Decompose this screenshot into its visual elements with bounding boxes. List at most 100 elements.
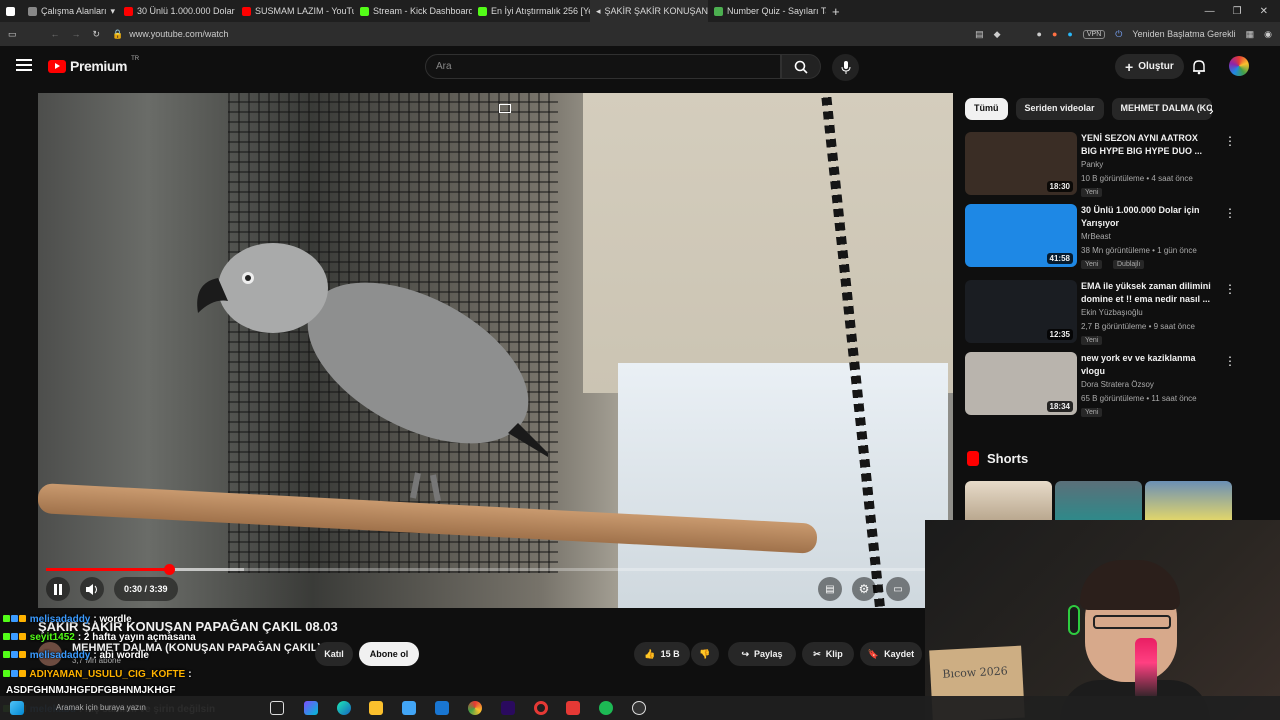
voice-search-button[interactable] [832,54,859,81]
chat-username[interactable]: melisadaddy [30,614,91,625]
settings-button[interactable]: ⚙ [852,577,876,601]
recommendation-item[interactable]: 12:35 EMA ile yüksek zaman dilimini domin… [965,280,1236,345]
tab-snack[interactable]: En İyi Atıştırmalık 256 [Yeni [472,0,590,22]
more-options-icon[interactable]: ⋮ [1224,282,1236,296]
dislike-button[interactable]: 👎 [691,642,719,666]
video-progress-bar[interactable] [46,564,945,575]
youtube-premium-logo[interactable]: Premium TR [48,56,139,74]
panel-toggle-icon[interactable]: ▭ [8,29,17,40]
scrubber-knob[interactable] [164,564,176,575]
clip-button[interactable]: ✂ Klip [802,642,854,666]
short-thumbnail[interactable] [965,481,1052,521]
vivaldi-icon[interactable] [566,701,580,715]
like-button[interactable]: 👍 15 B [634,642,690,666]
play-pause-button[interactable] [46,577,70,601]
tab-mrbeast[interactable]: 30 Ünlü 1.000.000 Dolar içi [118,0,236,22]
tab-susmam-lazim[interactable]: SUSMAM LAZIM - YouTube [236,0,354,22]
chat-message: ASDFGHNMJHGFDFGBHNMJKHGF [3,685,175,696]
tab-kick-dashboard[interactable]: Stream - Kick Dashboard [354,0,472,22]
edge-icon[interactable] [337,701,351,715]
recommendation-channel[interactable]: Ekin Yüzbaşıoğlu [1081,308,1143,317]
menu-icon[interactable] [16,59,32,71]
video-thumbnail[interactable]: 12:35 [965,280,1077,343]
short-thumbnail[interactable] [1145,481,1232,521]
volume-button[interactable] [80,577,104,601]
opera-icon[interactable] [534,701,548,715]
forward-icon[interactable]: → [72,29,81,39]
recommendation-channel[interactable]: Panky [1081,160,1103,169]
extensions-icon[interactable]: ▦ [1246,29,1255,40]
close-icon[interactable]: ✕ [1260,6,1268,17]
recommendation-item[interactable]: 18:34 new york ev ve kaziklanma vlogu Dora… [965,352,1236,417]
tab-workspaces[interactable]: Çalışma Alanları ▾ [22,0,118,22]
chrome-icon[interactable] [468,701,482,715]
minimize-icon[interactable]: — [1205,6,1215,17]
theater-mode-button[interactable]: ▭ [886,577,910,601]
file-explorer-icon[interactable] [369,701,383,715]
extension-icon[interactable]: ● [1067,29,1072,39]
task-view-icon[interactable] [270,701,284,715]
create-button[interactable]: + Oluştur [1115,54,1184,79]
video-thumbnail[interactable]: 18:30 [965,132,1077,195]
more-options-icon[interactable]: ⋮ [1224,206,1236,220]
short-thumbnail[interactable] [1055,481,1142,521]
recommendation-title[interactable]: YENİ SEZON AYNI AATROX BIG HYPE BIG HYPE… [1081,132,1213,158]
chip-all[interactable]: Tümü [965,98,1008,120]
video-thumbnail[interactable]: 18:34 [965,352,1077,415]
store-icon[interactable] [402,701,416,715]
chevron-down-icon: ▾ [110,5,116,16]
chevron-right-icon[interactable]: › [1209,102,1214,118]
recommendation-title[interactable]: EMA ile yüksek zaman dilimini domine et … [1081,280,1213,306]
notifications-bell-icon[interactable] [1191,59,1207,75]
bookmark-icon[interactable]: ◆ [994,29,1001,40]
chat-username[interactable]: seyit1452 [30,632,75,643]
search-button[interactable] [781,54,821,79]
chip-channel[interactable]: MEHMET DALMA (KO [1111,98,1212,120]
outlook-icon[interactable] [435,701,449,715]
extension-icon[interactable]: ● [1052,29,1057,39]
obs-icon[interactable] [632,701,646,715]
chat-username[interactable]: ADIYAMAN_USULU_CIG_KOFTE [29,669,185,680]
extension-icon[interactable]: ● [1037,29,1042,39]
taskbar-search[interactable]: Aramak için buraya yazın [40,700,230,716]
chip-series[interactable]: Seriden videolar [1015,98,1104,120]
recommendation-title[interactable]: new york ev ve kaziklanma vlogu [1081,352,1213,378]
chat-username[interactable]: melisadaddy [30,650,91,661]
more-options-icon[interactable]: ⋮ [1224,354,1236,368]
video-thumbnail[interactable]: 41:58 [965,204,1077,267]
subtitles-button[interactable]: ▤ [818,577,842,601]
save-button[interactable]: 🔖 Kaydet [860,642,922,666]
restart-required-label[interactable]: Yeniden Başlatma Gerekli [1132,29,1235,39]
tab-current-video[interactable]: ◂ ŞAKİR ŞAKİR KONUŞAN PA [590,0,708,22]
video-player[interactable]: 0:30 / 3:39 ▤ ⚙ ▭ [38,93,953,608]
url-field[interactable]: www.youtube.com/watch [129,29,228,39]
recommendation-title[interactable]: 30 Ünlü 1.000.000 Dolar için Yarışıyor [1081,204,1213,230]
profile-icon[interactable]: ◉ [1264,29,1272,40]
back-icon[interactable]: ← [51,29,60,39]
new-tab-button[interactable]: + [826,0,848,22]
thumbs-down-icon: 👎 [699,648,711,659]
reload-icon[interactable]: ↻ [93,29,101,40]
maximize-icon[interactable]: ❐ [1233,6,1242,17]
join-button[interactable]: Katıl [315,642,353,666]
share-button[interactable]: ↪ Paylaş [728,642,796,666]
recommendation-item[interactable]: 18:30 YENİ SEZON AYNI AATROX BIG HYPE BIG… [965,132,1236,197]
subscribe-button[interactable]: Abone ol [359,642,419,666]
recommendation-item[interactable]: 41:58 30 Ünlü 1.000.000 Dolar için Yarışı… [965,204,1236,269]
chat-badges-icon [3,632,27,643]
recommendation-channel[interactable]: MrBeast [1081,232,1111,241]
browser-menu-button[interactable] [0,0,22,22]
account-avatar[interactable] [1229,56,1249,76]
spotify-icon[interactable] [599,701,613,715]
vpn-button[interactable]: VPN [1082,29,1106,39]
premiere-icon[interactable] [501,701,515,715]
reader-icon[interactable]: ▤ [975,29,984,40]
more-options-icon[interactable]: ⋮ [1224,134,1236,148]
windows-start-icon[interactable] [10,701,24,715]
miniplayer-icon[interactable] [499,104,511,113]
tab-number-quiz[interactable]: Number Quiz - Sayıları Tah [708,0,826,22]
recommendation-meta: 2,7 B görüntüleme • 9 saat önce [1081,322,1195,331]
copilot-icon[interactable] [304,701,318,715]
search-input[interactable]: Ara [425,54,781,79]
recommendation-channel[interactable]: Dora Stratera Özsoy [1081,380,1154,389]
